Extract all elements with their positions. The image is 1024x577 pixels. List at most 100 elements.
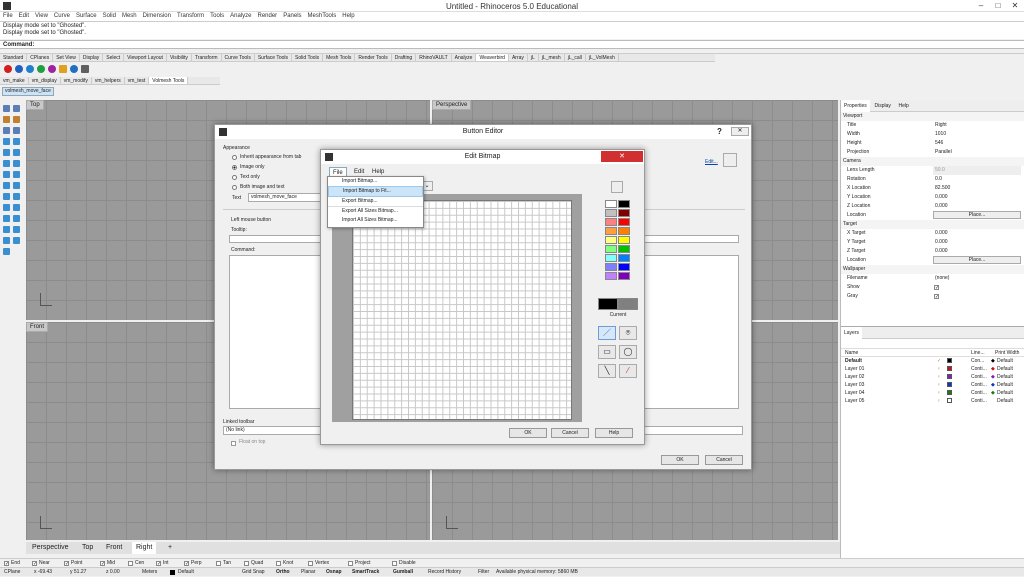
palette-swatch[interactable] — [618, 272, 630, 280]
layer-name[interactable]: Default — [845, 357, 862, 365]
left-tool-icon[interactable] — [3, 193, 10, 200]
left-tool-icon[interactable] — [13, 127, 20, 134]
toolbar-tab[interactable]: Drafting — [392, 54, 417, 61]
left-tool-icon[interactable] — [3, 171, 10, 178]
layer-row[interactable]: Layer 01 ♀ Conti... ◆ Default — [841, 365, 1024, 373]
left-tool-icon[interactable] — [3, 116, 10, 123]
sub-tab[interactable]: Volmesh Tools — [149, 77, 189, 84]
menu-dimension[interactable]: Dimension — [140, 12, 174, 21]
ok-button[interactable]: OK — [509, 428, 547, 438]
property-value[interactable]: 0.000 — [933, 238, 1021, 247]
toolbar-tab[interactable]: Array — [509, 54, 528, 61]
property-value[interactable]: 82.500 — [933, 184, 1021, 193]
toolbar-tab[interactable]: jL_VolMesh — [586, 54, 619, 61]
left-tool-icon[interactable] — [13, 171, 20, 178]
add-viewport-tab[interactable]: + — [164, 542, 176, 554]
file-menu-item[interactable]: Import Bitmap to Fit... — [328, 186, 423, 197]
left-tool-icon[interactable] — [13, 204, 20, 211]
sphere-icon[interactable] — [26, 65, 34, 73]
ellipse-icon[interactable]: ◯ — [619, 345, 637, 359]
property-value[interactable]: 0.000 — [933, 202, 1021, 211]
fill-icon[interactable]: ⍟ — [619, 326, 637, 340]
osnap-checkbox[interactable] — [128, 561, 133, 566]
layer-color-swatch[interactable] — [947, 374, 952, 379]
button-image-preview[interactable] — [723, 153, 737, 167]
toolbar-tab[interactable]: Curve Tools — [222, 54, 255, 61]
layer-name[interactable]: Layer 05 — [845, 397, 864, 405]
toolbar-tab[interactable]: Analyze — [452, 54, 477, 61]
left-tool-icon[interactable] — [3, 248, 10, 255]
toolbar-tab[interactable]: Display — [80, 54, 104, 61]
layer-print-width[interactable]: Default — [997, 397, 1013, 405]
viewport-label[interactable]: Top — [26, 100, 44, 110]
radio-button[interactable] — [232, 175, 237, 180]
menu-view[interactable]: View — [32, 12, 51, 21]
tab-properties[interactable]: Properties — [841, 100, 870, 112]
property-value[interactable]: Parallel — [933, 148, 1021, 157]
left-tool-icon[interactable] — [3, 215, 10, 222]
close-icon[interactable]: ✕ — [601, 151, 643, 162]
layer-name[interactable]: Layer 03 — [845, 381, 864, 389]
left-mouse-label[interactable]: Left mouse button — [231, 217, 271, 223]
tab-display[interactable]: Display — [871, 100, 893, 112]
toolbar-tab[interactable]: Transform — [192, 54, 222, 61]
help-icon[interactable]: ? — [717, 125, 722, 139]
current-fg-swatch[interactable] — [598, 298, 618, 310]
osnap-checkbox[interactable]: ✓ — [184, 561, 189, 567]
menu-analyze[interactable]: Analyze — [227, 12, 254, 21]
edit-link[interactable]: Edit... — [705, 159, 718, 165]
osnap-checkbox[interactable] — [392, 561, 397, 566]
menu-render[interactable]: Render — [255, 12, 281, 21]
layer-print-width[interactable]: Default — [997, 389, 1013, 397]
warning-icon[interactable] — [59, 65, 67, 73]
left-tool-icon[interactable] — [13, 215, 20, 222]
palette-swatch[interactable] — [618, 263, 630, 271]
left-tool-icon[interactable] — [3, 127, 10, 134]
bitmap-canvas[interactable] — [352, 200, 572, 420]
osnap-checkbox[interactable] — [276, 561, 281, 566]
palette-swatch[interactable] — [618, 236, 630, 244]
lightbulb-icon[interactable]: ♀ — [937, 365, 941, 373]
toolbar-tab[interactable]: Visibility — [167, 54, 192, 61]
left-tool-icon[interactable] — [13, 226, 20, 233]
toolbar-tab[interactable]: Render Tools — [355, 54, 392, 61]
menu-mesh[interactable]: Mesh — [119, 12, 140, 21]
palette-swatch[interactable] — [618, 200, 630, 208]
left-tool-icon[interactable] — [13, 160, 20, 167]
left-tool-icon[interactable] — [13, 149, 20, 156]
layer-color-swatch[interactable] — [947, 382, 952, 387]
left-tool-icon[interactable] — [13, 237, 20, 244]
wallpaper-checkbox[interactable]: ✓ — [934, 285, 939, 291]
toolbar-tab[interactable]: Surface Tools — [255, 54, 293, 61]
layer-row[interactable]: Layer 05 ♀ Conti... ◆ Default — [841, 397, 1024, 405]
volmesh-move-face-button[interactable]: volmesh_move_face — [2, 87, 54, 96]
left-tool-icon[interactable] — [3, 160, 10, 167]
file-menu-item[interactable]: Export Bitmap... — [328, 197, 423, 206]
viewport-label[interactable]: Perspective — [432, 100, 472, 110]
toolbar-tab[interactable]: RhinoVAULT — [416, 54, 452, 61]
cancel-button[interactable]: Cancel — [551, 428, 589, 438]
target-place-button[interactable]: Place... — [933, 256, 1021, 264]
left-tool-icon[interactable] — [13, 193, 20, 200]
mesh-blue-icon[interactable] — [70, 65, 78, 73]
toolbar-tab[interactable]: jL_mesh — [539, 54, 565, 61]
left-tool-icon[interactable] — [13, 182, 20, 189]
property-value[interactable]: 1010 — [933, 130, 1021, 139]
palette-swatch[interactable] — [605, 209, 617, 217]
toolbar-tab[interactable]: Standard — [0, 54, 28, 61]
layer-name[interactable]: Layer 02 — [845, 373, 864, 381]
mesh-green-icon[interactable] — [37, 65, 45, 73]
layer-color-swatch[interactable] — [947, 358, 952, 363]
sphere-blue-icon[interactable] — [15, 65, 23, 73]
osnap-checkbox[interactable]: ✓ — [156, 561, 161, 567]
layer-row[interactable]: Default ✓ Con... ◆ Default — [841, 357, 1024, 365]
menu-edit[interactable]: Edit — [16, 12, 32, 21]
viewport-label[interactable]: Front — [26, 322, 49, 332]
palette-swatch[interactable] — [605, 254, 617, 262]
osnap-checkbox[interactable]: ✓ — [4, 561, 9, 567]
left-tool-icon[interactable] — [13, 105, 20, 112]
layer-print-width[interactable]: Default — [997, 373, 1013, 381]
toolbar-tab[interactable]: Set View — [53, 54, 80, 61]
tab-top[interactable]: Top — [78, 542, 97, 554]
left-tool-icon[interactable] — [3, 105, 10, 112]
